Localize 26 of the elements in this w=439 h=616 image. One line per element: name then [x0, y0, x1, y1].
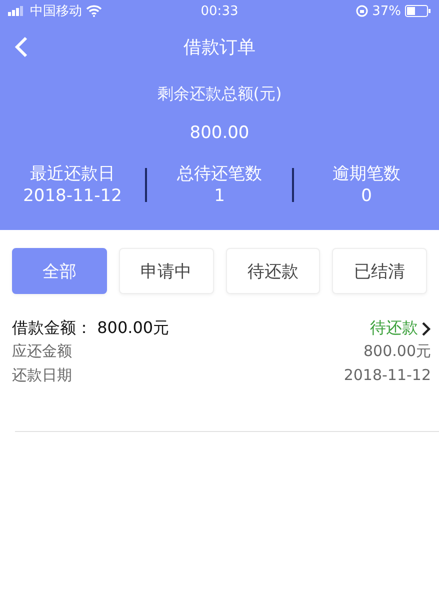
stat-label: 最近还款日	[30, 163, 115, 185]
carrier-name: 中国移动	[30, 3, 82, 20]
signal-icon	[8, 6, 26, 16]
page-title: 借款订单	[184, 36, 256, 59]
summary-amount: 800.00	[188, 123, 250, 143]
chevron-icon[interactable]	[421, 320, 431, 336]
detail-label: 还款日期	[12, 365, 72, 386]
battery-icon	[405, 5, 431, 17]
detail-value: 2018-11-12	[344, 365, 431, 386]
rotation-lock-icon	[356, 5, 368, 17]
loan-amount: 借款金额： 800.00元	[12, 318, 170, 339]
battery-percent: 37%	[372, 4, 401, 18]
back-icon[interactable]	[14, 36, 28, 58]
filter-tab[interactable]: 申请中	[118, 248, 214, 294]
clock-time: 00:33	[200, 4, 238, 18]
stat-value: 2018-11-12	[23, 185, 122, 207]
detail-label: 应还金额	[12, 341, 72, 362]
filter-tab[interactable]: 已结清	[332, 248, 427, 294]
stat-value: 0	[361, 185, 372, 207]
detail-value: 800.00元	[364, 341, 431, 362]
stat-label: 逾期笔数	[332, 163, 400, 185]
wifi-icon	[86, 5, 102, 17]
filter-tab[interactable]: 待还款	[226, 248, 320, 294]
stat-label: 总待还笔数	[177, 163, 262, 185]
stat-value: 1	[214, 185, 225, 207]
summary-label: 剩余还款总额(元)	[156, 84, 283, 105]
